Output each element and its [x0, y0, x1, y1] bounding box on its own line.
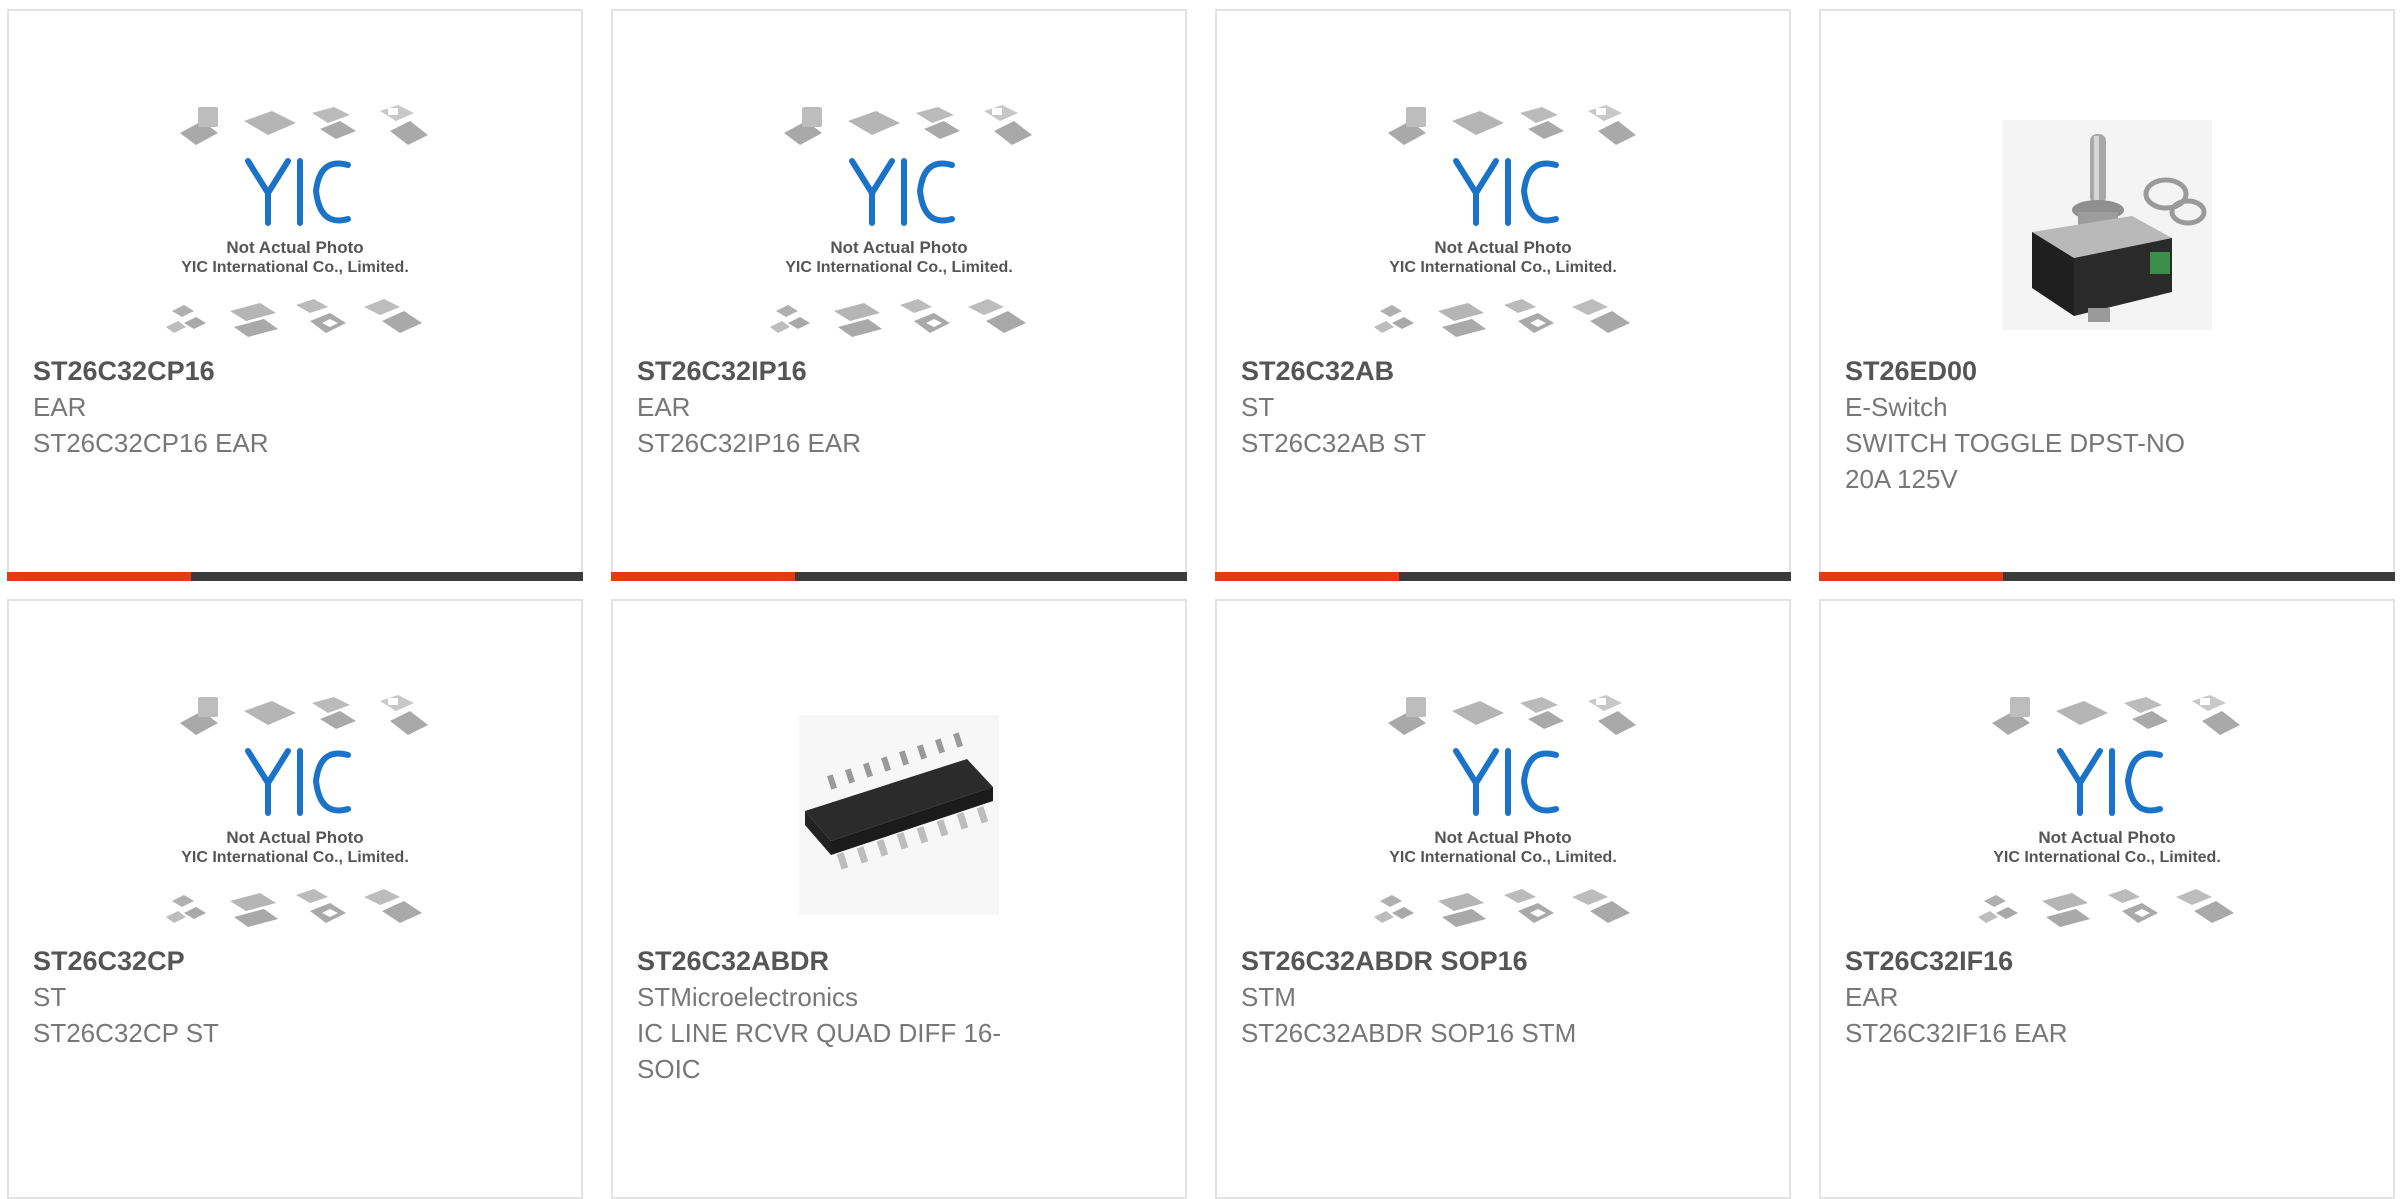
placeholder-photo: Not Actual Photo YIC International Co., …: [145, 684, 445, 946]
product-card[interactable]: Not Actual Photo YIC International Co., …: [7, 599, 583, 1199]
manufacturer: E-Switch: [1845, 392, 1948, 422]
product-card[interactable]: Not Actual Photo YIC International Co., …: [1819, 599, 2395, 1199]
card-bottom-bar: [611, 572, 1187, 581]
manufacturer: ST: [1241, 392, 1275, 422]
yic-logo-icon: [849, 157, 955, 226]
svg-text:YIC International Co., Limited: YIC International Co., Limited.: [1993, 849, 2221, 866]
soic-chip-photo: [749, 684, 1049, 946]
product-card[interactable]: Not Actual Photo YIC International Co., …: [7, 9, 583, 581]
description: ST26C32AB ST: [1241, 428, 1426, 458]
description: ST26C32IF16 EAR: [1845, 1018, 2068, 1048]
part-number[interactable]: ST26C32CP16: [33, 353, 453, 389]
description: ST26C32CP16 EAR: [33, 428, 269, 458]
manufacturer: ST: [33, 982, 67, 1012]
svg-text:YIC International Co., Limited: YIC International Co., Limited.: [181, 259, 409, 276]
card-bottom-bar: [1819, 572, 2395, 581]
yic-logo-icon: [1453, 157, 1559, 226]
manufacturer: EAR: [33, 392, 87, 422]
part-number[interactable]: ST26C32ABDR SOP16: [1241, 943, 1661, 979]
part-number[interactable]: ST26C32IF16: [1845, 943, 2265, 979]
description: ST26C32ABDR SOP16 STM: [1241, 1018, 1577, 1048]
manufacturer: STM: [1241, 982, 1296, 1012]
yic-logo-icon: [245, 747, 351, 816]
toggle-switch-photo: [1957, 94, 2257, 356]
part-number[interactable]: ST26C32IP16: [637, 353, 1057, 389]
product-grid: Not Actual Photo YIC International Co., …: [0, 0, 2400, 1199]
svg-text:YIC International Co., Limited: YIC International Co., Limited.: [181, 849, 409, 866]
part-number[interactable]: ST26ED00: [1845, 353, 2265, 389]
yic-logo-icon: [2057, 747, 2163, 816]
card-bottom-bar: [1215, 572, 1791, 581]
svg-text:YIC International Co., Limited: YIC International Co., Limited.: [785, 259, 1013, 276]
svg-text:YIC International Co., Limited: YIC International Co., Limited.: [1389, 849, 1617, 866]
description: IC LINE RCVR QUAD DIFF 16-SOIC: [637, 1018, 1002, 1084]
product-card[interactable]: ST26C32ABDR STMicroelectronics IC LINE R…: [611, 599, 1187, 1199]
part-number[interactable]: ST26C32AB: [1241, 353, 1661, 389]
placeholder-photo: Not Actual Photo YIC International Co., …: [1957, 684, 2257, 946]
card-bottom-bar: [7, 572, 583, 581]
svg-text:Not Actual Photo: Not Actual Photo: [1434, 238, 1571, 257]
part-number[interactable]: ST26C32CP: [33, 943, 453, 979]
svg-text:YIC International Co., Limited: YIC International Co., Limited.: [1389, 259, 1617, 276]
placeholder-photo: Not Actual Photo YIC International Co., …: [145, 94, 445, 356]
manufacturer: EAR: [1845, 982, 1899, 1012]
yic-logo-icon: [245, 157, 351, 226]
svg-text:Not Actual Photo: Not Actual Photo: [226, 238, 363, 257]
product-card[interactable]: Not Actual Photo YIC International Co., …: [1215, 599, 1791, 1199]
description: SWITCH TOGGLE DPST-NO 20A 125V: [1845, 428, 2185, 494]
product-card[interactable]: Not Actual Photo YIC International Co., …: [1215, 9, 1791, 581]
svg-text:Not Actual Photo: Not Actual Photo: [830, 238, 967, 257]
placeholder-photo: Not Actual Photo YIC International Co., …: [749, 94, 1049, 356]
product-card[interactable]: ST26ED00 E-Switch SWITCH TOGGLE DPST-NO …: [1819, 9, 2395, 581]
svg-text:Not Actual Photo: Not Actual Photo: [226, 828, 363, 847]
manufacturer: STMicroelectronics: [637, 982, 859, 1012]
svg-text:Not Actual Photo: Not Actual Photo: [2038, 828, 2175, 847]
description: ST26C32CP ST: [33, 1018, 219, 1048]
svg-text:Not Actual Photo: Not Actual Photo: [1434, 828, 1571, 847]
product-card[interactable]: Not Actual Photo YIC International Co., …: [611, 9, 1187, 581]
yic-logo-icon: [1453, 747, 1559, 816]
manufacturer: EAR: [637, 392, 691, 422]
description: ST26C32IP16 EAR: [637, 428, 862, 458]
placeholder-photo: Not Actual Photo YIC International Co., …: [1353, 94, 1653, 356]
placeholder-photo: Not Actual Photo YIC International Co., …: [1353, 684, 1653, 946]
part-number[interactable]: ST26C32ABDR: [637, 943, 1057, 979]
